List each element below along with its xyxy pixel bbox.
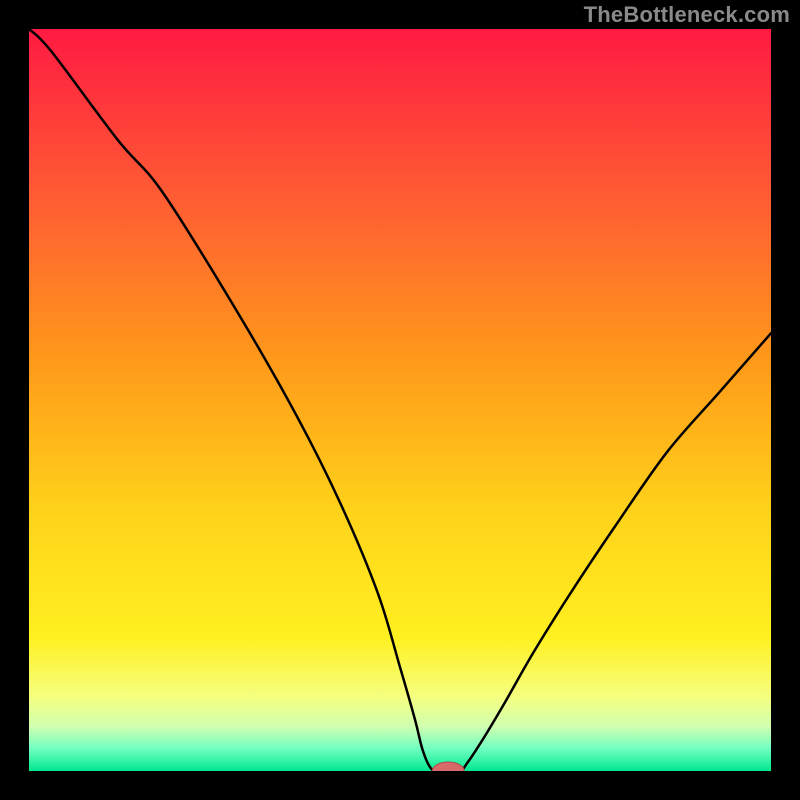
gradient-background — [29, 29, 771, 771]
chart-frame: TheBottleneck.com — [0, 0, 800, 800]
watermark-text: TheBottleneck.com — [584, 2, 790, 28]
bottleneck-plot — [29, 29, 771, 771]
chart-svg — [29, 29, 771, 771]
